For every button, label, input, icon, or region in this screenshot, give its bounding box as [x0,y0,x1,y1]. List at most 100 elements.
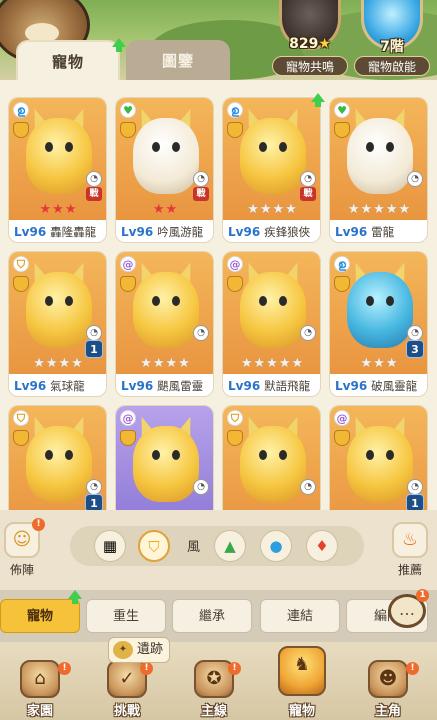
pet-eye-shape [152,142,160,152]
star-icon: ★ [285,202,298,217]
tab-codex[interactable]: 圖鑒 [126,40,230,80]
battle-badge: 戰 [193,187,209,201]
top-bar: 寵物 圖鑒 829★ 寵物共鳴 7階 寵物啟能 [0,0,437,84]
pet-card[interactable]: ⛉ ◔ 1 ★★★★ Lv96 氣球龍 [8,251,107,397]
subtab-pets[interactable]: 寵物 [0,599,80,633]
pet-card[interactable]: @ ◔ ★★★★ Lv96 颶風雷靈 [115,251,214,397]
star-icon: ★ [247,202,260,217]
pet-card[interactable]: ♥ ◔ ★★★★★ Lv96 雷龍 [329,97,428,243]
ruins-tooltip[interactable]: ✦ 遺跡 [108,637,170,663]
star-rating: ★★★ [330,356,427,372]
star-icon: ★ [52,202,65,217]
pet-body-shape [347,426,413,502]
pet-name: 雷龍 [371,225,395,239]
pet-eye-shape [45,296,53,306]
water-icon[interactable]: ● [260,530,292,562]
pet-eye-shape [279,450,287,460]
star-icon: ★ [398,202,412,217]
shield-icon: ⛉ [13,256,29,272]
pet-info-row: Lv96 疾鋒狼俠 [223,222,320,242]
pet-eye-shape [259,450,267,460]
pet-eye-shape [366,296,374,306]
shield-icon: ⛉ [13,410,29,426]
battle-badge: 戰 [86,187,102,201]
pet-body-shape [240,426,306,502]
pet-card[interactable]: ⛉ ◔ 1 [8,405,107,510]
pet-card[interactable]: ഉ ◔ 戰 ★★★★ Lv96 疾鋒狼俠 [222,97,321,243]
pet-body-shape [347,118,413,194]
pet-eye-shape [152,296,160,306]
role-icon: ◔ [86,171,102,187]
tab-pets[interactable]: 寵物 [16,40,120,80]
resonance-label: 寵物共鳴 [272,56,348,76]
pet-name: 疾鋒狼俠 [264,225,311,239]
pet-card[interactable]: ഉ ◔ 戰 ★★★ Lv96 轟隆轟龍 [8,97,107,243]
team-number-badge: 1 [85,494,103,510]
star-icon: ★ [272,202,286,217]
formation-label: 佈陣 [9,563,34,577]
pet-resonance-button[interactable]: 829★ 寵物共鳴 [270,0,350,80]
pet-body-shape [133,272,199,348]
role-icon: ◔ [86,325,102,341]
wind-icon: ഉ [334,256,350,272]
subtab-link[interactable]: 連結 [260,599,340,633]
pet-body-shape [26,426,92,502]
type-shield-icon [13,430,29,446]
pet-name: 轟隆轟龍 [50,225,97,239]
pet-potential-button[interactable]: 7階 寵物啟能 [352,0,432,80]
star-icon: ★ [71,356,84,371]
pet-eye-shape [386,450,394,460]
star-icon: ★ [278,356,292,371]
type-shield-icon [227,276,243,292]
type-shield-icon [334,430,350,446]
mountain-icon[interactable]: ▲ [214,530,246,562]
shield-icon[interactable]: ⛉ [138,530,170,562]
nav-alert-badge: ! [58,662,71,675]
pet-level: Lv96 [335,225,368,239]
ruins-icon: ✦ [113,641,133,659]
star-icon: ★ [385,202,399,217]
role-icon: ◔ [193,171,209,187]
star-icon: ★ [64,202,78,217]
pet-card[interactable]: @ ◔ 1 [329,405,428,510]
pet-eye-shape [172,296,180,306]
type-shield-icon [13,122,29,138]
star-icon: ★ [373,356,386,371]
star-rating: ★★★★★ [330,202,427,218]
subtab-inherit[interactable]: 繼承 [172,599,252,633]
pet-eye-shape [65,296,73,306]
formation-icon: ☺ [12,529,32,550]
grid-icon[interactable]: ▦ [94,530,126,562]
pet-body-shape [26,272,92,348]
pet-level: Lv96 [121,225,154,239]
ruins-label: 遺跡 [137,642,164,657]
type-shield-icon [120,276,136,292]
role-icon: ◔ [193,479,209,495]
nav-label: 挑戰 [113,704,140,719]
chat-badge: 1 [416,589,429,602]
pet-name: 默語飛龍 [264,379,311,393]
type-shield-icon [227,122,243,138]
star-icon: ★ [373,202,386,217]
shield-icon: ⛉ [227,410,243,426]
subtab-rebirth[interactable]: 重生 [86,599,166,633]
pet-card[interactable]: ⛉ ◔ [222,405,321,510]
pet-eye-shape [152,450,160,460]
role-icon: ◔ [407,479,423,495]
pet-card[interactable]: @ ◔ [115,405,214,510]
pet-eye-shape [45,450,53,460]
pet-body-shape [347,272,413,348]
star-icon: ★ [240,356,254,371]
nav-label: 主線 [200,704,227,719]
pet-card[interactable]: ♥ ◔ 戰 ★★ Lv96 吟風游龍 [115,97,214,243]
swirl-icon: @ [120,256,136,272]
pet-card[interactable]: @ ◔ ★★★★★ Lv96 默語飛龍 [222,251,321,397]
pet-icon: ♞ [278,646,326,696]
star-icon: ★ [45,356,59,371]
wind-filter-label: 風 [187,540,201,555]
nav-label: 主角 [374,704,401,719]
nav-item-pet[interactable]: ♞ 寵物 [272,646,332,719]
pet-card[interactable]: ഉ ◔ 3 ★★★ Lv96 破風靈龍 [329,251,428,397]
recommend-button[interactable]: ♨ [392,522,428,558]
fire-icon[interactable]: ♦ [306,530,338,562]
